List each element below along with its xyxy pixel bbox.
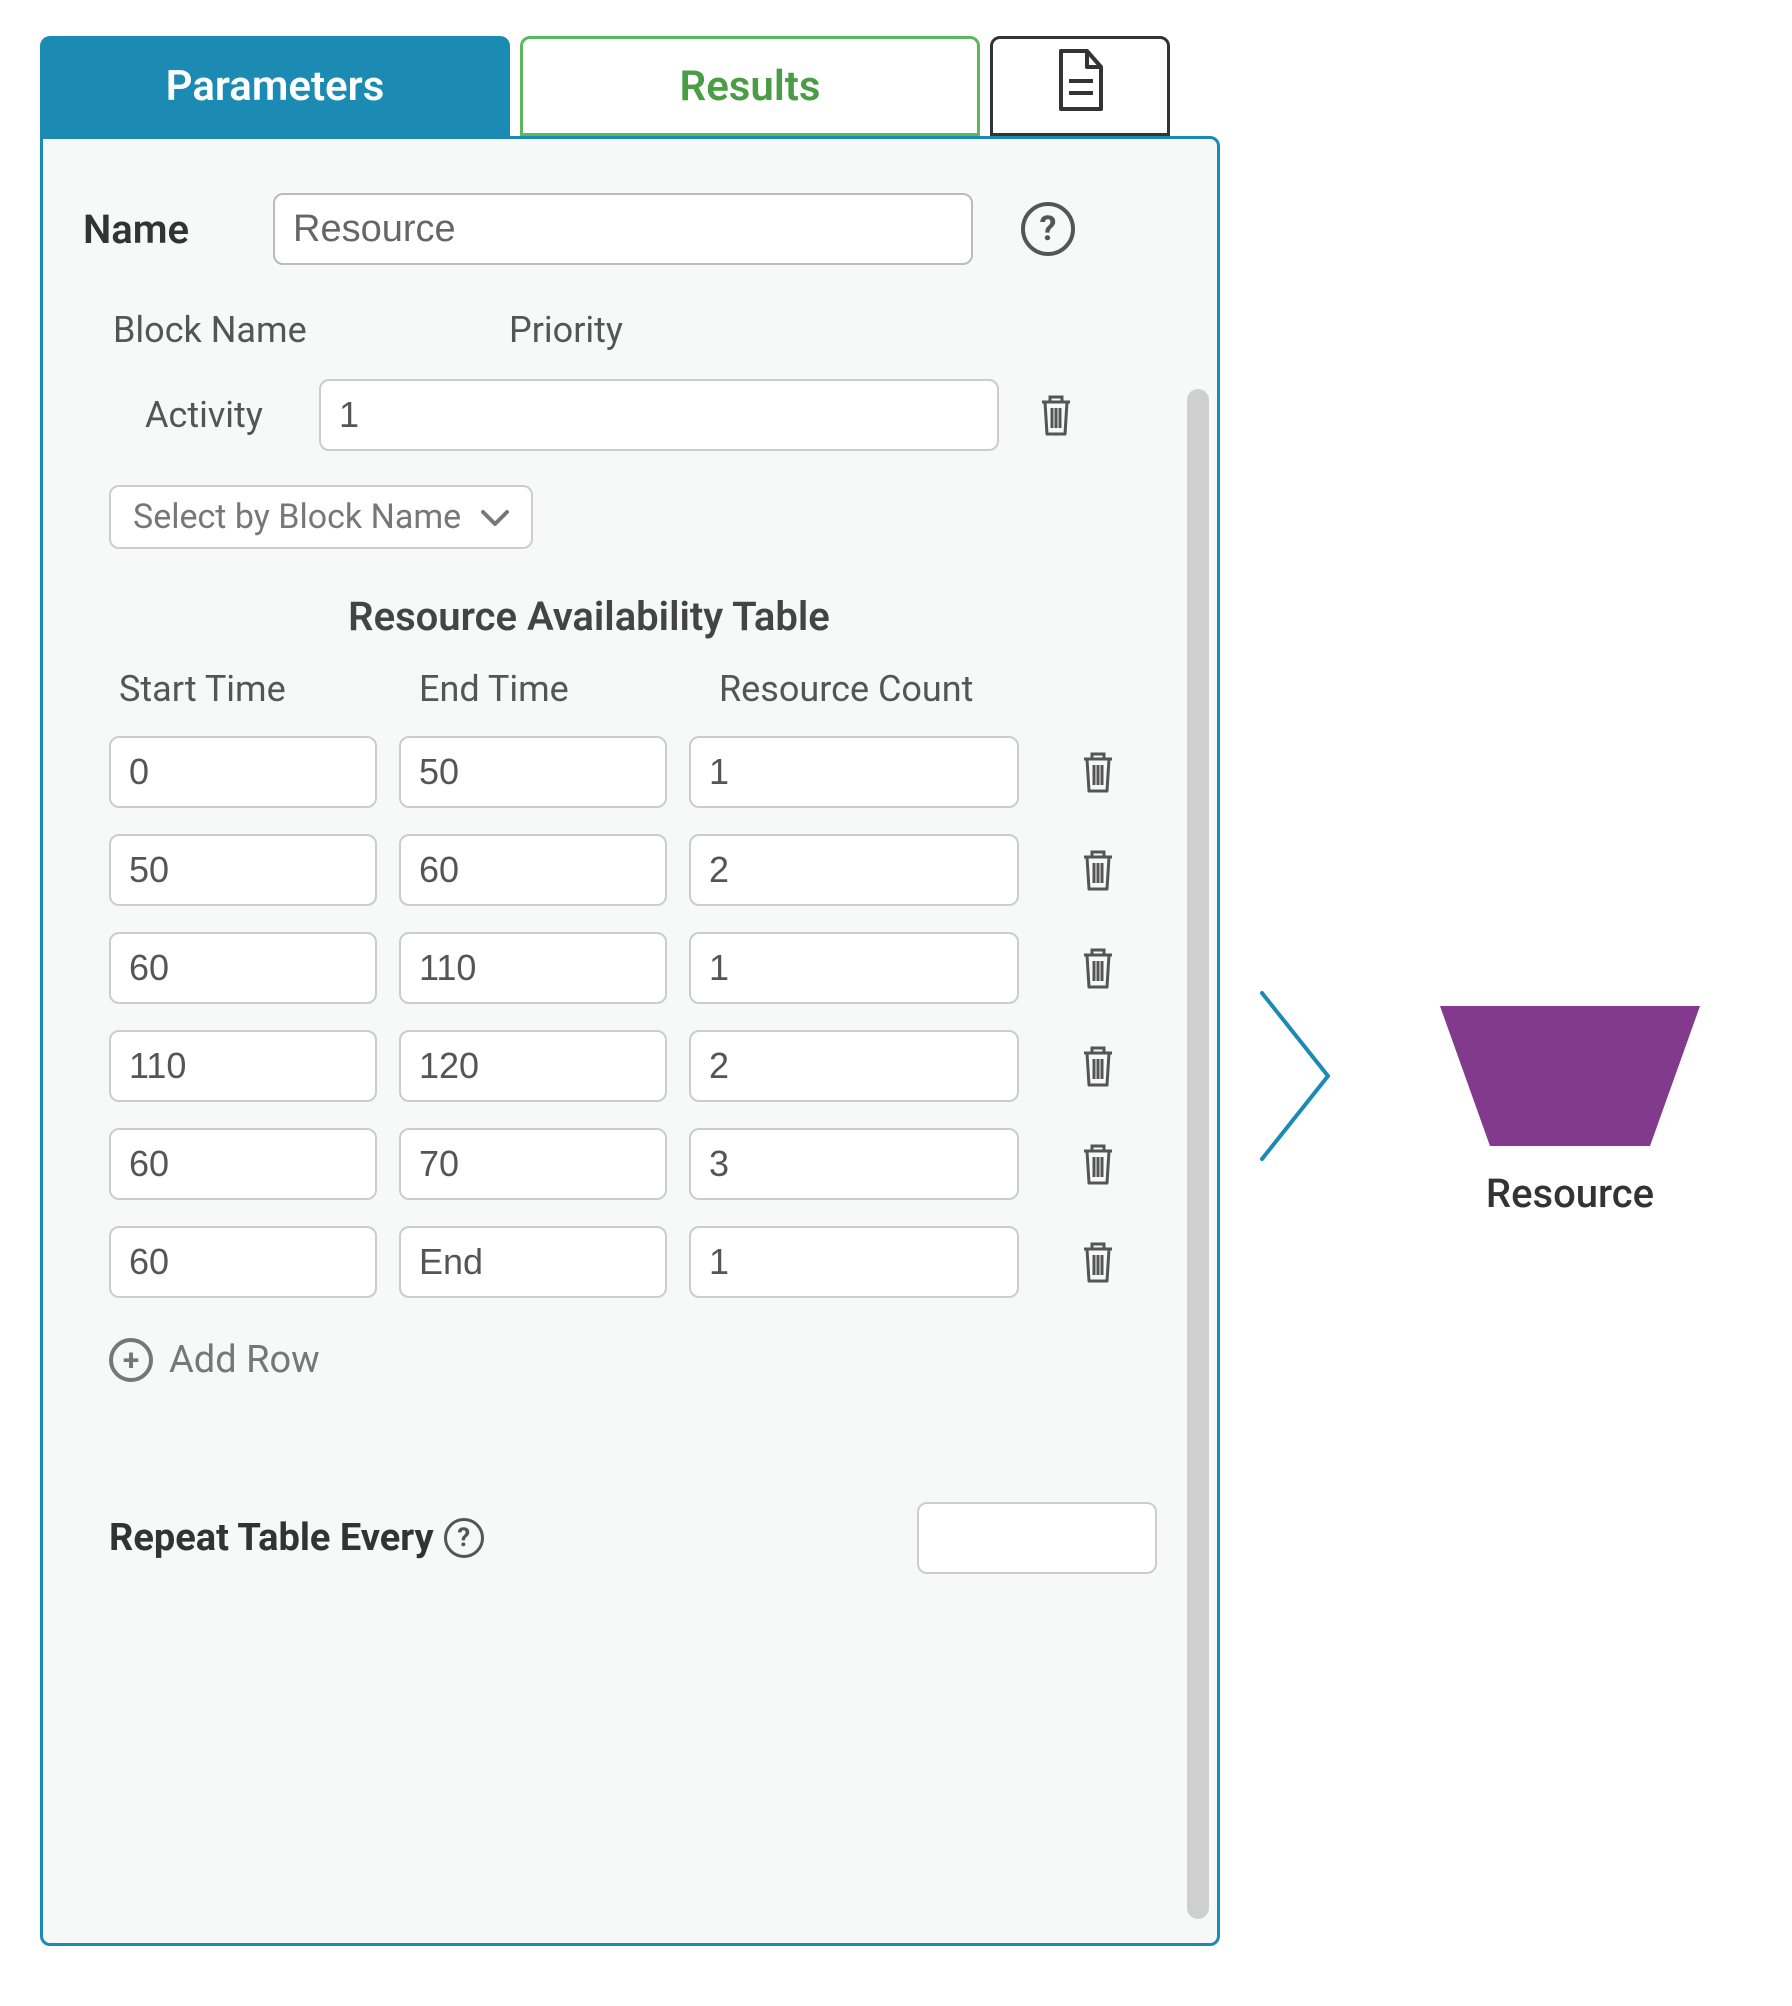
priority-input[interactable] xyxy=(319,379,999,451)
tab-results-label: Results xyxy=(680,62,821,111)
plus-icon: + xyxy=(109,1338,153,1382)
table-row xyxy=(109,1030,1177,1102)
tab-parameters-label: Parameters xyxy=(166,62,385,111)
end-time-input[interactable] xyxy=(399,932,667,1004)
resource-count-input[interactable] xyxy=(689,736,1019,808)
table-row xyxy=(109,1128,1177,1200)
end-time-input[interactable] xyxy=(399,1226,667,1298)
name-label: Name xyxy=(83,206,243,253)
resource-count-input[interactable] xyxy=(689,1128,1019,1200)
table-row xyxy=(109,834,1177,906)
col-resource-count: Resource Count xyxy=(709,668,1049,710)
start-time-input[interactable] xyxy=(109,736,377,808)
name-input[interactable] xyxy=(273,193,973,265)
tab-parameters[interactable]: Parameters xyxy=(40,36,510,136)
trash-icon[interactable] xyxy=(1077,944,1119,992)
col-start-time: Start Time xyxy=(109,668,409,710)
trash-icon[interactable] xyxy=(1077,748,1119,796)
table-row xyxy=(109,1226,1177,1298)
start-time-input[interactable] xyxy=(109,1030,377,1102)
resource-count-input[interactable] xyxy=(689,1226,1019,1298)
help-icon[interactable]: ? xyxy=(444,1518,484,1558)
tab-document[interactable] xyxy=(990,36,1170,136)
start-time-input[interactable] xyxy=(109,1226,377,1298)
trash-icon[interactable] xyxy=(1077,1042,1119,1090)
end-time-input[interactable] xyxy=(399,736,667,808)
trash-icon[interactable] xyxy=(1077,1238,1119,1286)
trash-icon[interactable] xyxy=(1077,1140,1119,1188)
start-time-input[interactable] xyxy=(109,834,377,906)
resource-block-icon[interactable] xyxy=(1420,996,1720,1156)
end-time-input[interactable] xyxy=(399,834,667,906)
header-block-name: Block Name xyxy=(109,309,509,351)
trash-icon[interactable] xyxy=(1077,846,1119,894)
table-row xyxy=(109,932,1177,1004)
trash-icon[interactable] xyxy=(1035,391,1077,439)
start-time-input[interactable] xyxy=(109,1128,377,1200)
resource-count-input[interactable] xyxy=(689,932,1019,1004)
help-icon[interactable]: ? xyxy=(1021,202,1075,256)
select-by-block-name[interactable]: Select by Block Name xyxy=(109,485,533,549)
repeat-input[interactable] xyxy=(917,1502,1157,1574)
add-row-label: Add Row xyxy=(169,1338,320,1382)
tab-results[interactable]: Results xyxy=(520,36,980,136)
end-time-input[interactable] xyxy=(399,1030,667,1102)
activity-label: Activity xyxy=(109,394,319,436)
resource-count-input[interactable] xyxy=(689,1030,1019,1102)
repeat-label: Repeat Table Every xyxy=(109,1516,434,1560)
col-end-time: End Time xyxy=(409,668,709,710)
header-priority: Priority xyxy=(509,309,909,351)
resource-count-input[interactable] xyxy=(689,834,1019,906)
table-title: Resource Availability Table xyxy=(109,593,1069,640)
start-time-input[interactable] xyxy=(109,932,377,1004)
select-block-label: Select by Block Name xyxy=(133,497,461,537)
end-time-input[interactable] xyxy=(399,1128,667,1200)
scrollbar[interactable] xyxy=(1187,389,1209,1919)
document-icon xyxy=(1053,49,1107,124)
table-row xyxy=(109,736,1177,808)
resource-block-label: Resource xyxy=(1420,1170,1720,1217)
chevron-down-icon xyxy=(481,497,509,537)
add-row-button[interactable]: + Add Row xyxy=(109,1338,320,1382)
parameters-panel: Name ? Block Name Priority Activity xyxy=(40,136,1220,1946)
connector-arrow-icon xyxy=(1260,991,1340,1165)
